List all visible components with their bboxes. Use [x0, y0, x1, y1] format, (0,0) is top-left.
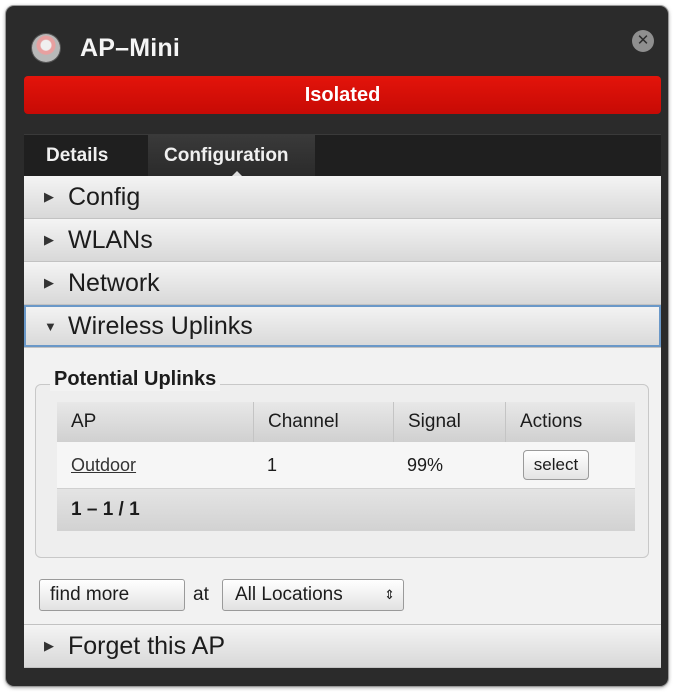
select-button[interactable]: select — [523, 450, 589, 480]
triangle-right-icon: ▶ — [44, 189, 54, 204]
section-forget-ap-label: Forget this AP — [68, 632, 226, 660]
column-header-ap[interactable]: AP — [57, 402, 253, 442]
find-more-bar: find more at All Locations ⇕ — [35, 579, 635, 613]
location-select[interactable]: All Locations ⇕ — [222, 579, 404, 611]
triangle-right-icon: ▶ — [44, 232, 54, 247]
triangle-right-icon: ▶ — [44, 275, 54, 290]
table-row: Outdoor 1 99% select — [57, 442, 635, 489]
close-icon[interactable]: ✕ — [632, 30, 654, 52]
tab-configuration-label: Configuration — [164, 145, 289, 166]
find-more-button[interactable]: find more — [39, 579, 185, 611]
pagination-info: 1 – 1 / 1 — [57, 489, 635, 531]
at-label: at — [193, 584, 209, 605]
tab-bar: Details Configuration — [24, 134, 661, 178]
section-wireless-uplinks-label: Wireless Uplinks — [68, 312, 253, 340]
status-badge: Isolated — [24, 76, 661, 114]
table-header: AP Channel Signal Actions — [57, 402, 635, 443]
window-title: AP–Mini — [80, 34, 181, 62]
column-header-signal[interactable]: Signal — [393, 402, 505, 442]
section-config-label: Config — [68, 183, 141, 211]
section-network-label: Network — [68, 269, 160, 297]
section-wireless-uplinks[interactable]: ▼ Wireless Uplinks — [24, 305, 661, 348]
app-indicator-icon — [32, 34, 60, 62]
section-wlans[interactable]: ▶ WLANs — [24, 219, 661, 262]
section-forget-ap[interactable]: ▶ Forget this AP — [24, 624, 661, 668]
channel-cell: 1 — [267, 455, 278, 475]
column-header-actions: Actions — [505, 402, 635, 442]
ap-link-outdoor[interactable]: Outdoor — [71, 455, 136, 475]
column-header-channel[interactable]: Channel — [253, 402, 393, 442]
section-config[interactable]: ▶ Config — [24, 176, 661, 219]
configuration-panel: ▶ Config ▶ WLANs ▶ Network ▼ Wireless Up… — [24, 176, 661, 668]
ap-window: AP–Mini ✕ Isolated Details Configuration… — [6, 6, 668, 686]
location-select-value: All Locations — [235, 584, 343, 605]
tab-details[interactable]: Details — [46, 135, 108, 177]
section-wlans-label: WLANs — [68, 226, 153, 254]
triangle-down-icon: ▼ — [44, 319, 57, 334]
updown-arrows-icon: ⇕ — [384, 587, 395, 602]
section-network[interactable]: ▶ Network — [24, 262, 661, 305]
triangle-right-icon: ▶ — [44, 638, 54, 653]
signal-cell: 99% — [407, 455, 444, 475]
potential-uplinks-legend: Potential Uplinks — [50, 368, 221, 391]
title-bar: AP–Mini ✕ — [6, 6, 668, 74]
